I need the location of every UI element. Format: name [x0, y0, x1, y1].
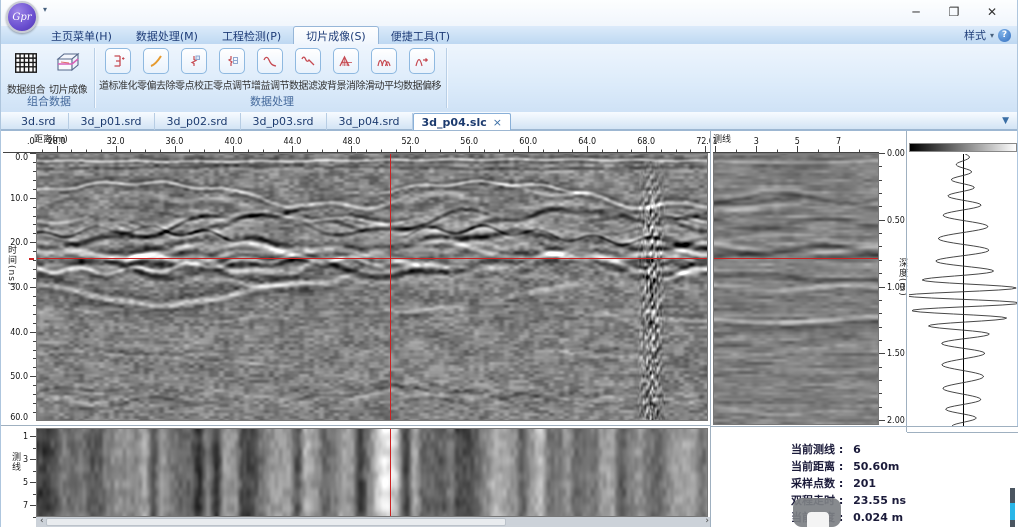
- horizontal-scrollbar[interactable]: ‹ ›: [36, 517, 713, 527]
- tab-close-icon[interactable]: ×: [493, 116, 502, 129]
- trace-panel-bottom-edge: [907, 432, 1018, 433]
- tab-list-caret-icon[interactable]: ▼: [1002, 116, 1009, 126]
- menu-tab-quick-tools[interactable]: 便捷工具(T): [379, 26, 462, 44]
- ribbon-button-zero-point-correct[interactable]: 零点校正: [175, 46, 213, 92]
- help-icon[interactable]: ?: [998, 29, 1011, 42]
- ribbon-group-1: 道标准化零偏去除零点校正零点调节增益调节数据滤波背景消除滑动平均数据偏移数据处理: [97, 44, 447, 110]
- ribbon-button-data-shift[interactable]: 数据偏移: [403, 46, 441, 92]
- ribbon-button-moving-average[interactable]: 滑动平均: [365, 46, 403, 92]
- plan-cursor-vertical: [390, 429, 391, 516]
- file-tabs: 3d.srd3d_p01.srd3d_p02.srd3d_p03.srd3d_p…: [9, 113, 511, 130]
- background-remove-icon: [333, 48, 359, 74]
- plan-y-axis-title: 测线: [9, 452, 22, 472]
- ribbon-button-data-combine[interactable]: 数据组合: [5, 46, 47, 96]
- zero-point-adjust-icon: [219, 48, 245, 74]
- main-top-ruler: [3, 131, 710, 153]
- crossline-top-ruler: [713, 131, 879, 153]
- depth-axis-title: 深度(m): [896, 258, 909, 297]
- title-bar: Gpr ▾ ─❐✕: [1, 0, 1017, 26]
- menu-tab-slice-imaging[interactable]: 切片成像(S): [293, 26, 379, 44]
- main-crosshair-horizontal: [37, 258, 707, 259]
- panel-divider-vertical-2: [906, 131, 907, 432]
- data-shift-icon: [409, 48, 435, 74]
- busy-indicator: [1010, 488, 1015, 527]
- single-trace-canvas[interactable]: [909, 154, 1017, 430]
- style-button[interactable]: 样式: [964, 27, 986, 43]
- close-button[interactable]: ✕: [973, 0, 1011, 24]
- ribbon-button-zero-point-adjust[interactable]: 零点调节: [213, 46, 251, 92]
- crossline-cursor-horizontal: [714, 258, 878, 259]
- menu-tab-home[interactable]: 主页菜单(H): [39, 26, 124, 44]
- menu-bar: 主页菜单(H)数据处理(M)工程检测(P)切片成像(S)便捷工具(T) 样式 ▾…: [1, 26, 1017, 45]
- window-controls: ─❐✕: [897, 0, 1011, 24]
- main-y-axis-title: 时间(ns): [5, 245, 18, 286]
- ribbon-toolbar: 数据组合切片成像组合数据道标准化零偏去除零点校正零点调节增益调节数据滤波背景消除…: [1, 44, 1017, 113]
- file-tab-3d_p02.srd[interactable]: 3d_p02.srd: [155, 113, 241, 130]
- restore-button[interactable]: ❐: [935, 0, 973, 24]
- status-row-sample-count: 采样点数 : 201: [791, 475, 876, 491]
- touch-cursor-inner: [807, 512, 829, 527]
- slice-cube-icon: [53, 48, 83, 78]
- data-filter-icon: [295, 48, 321, 74]
- ribbon-group-label: 数据处理: [97, 93, 447, 109]
- busy-indicator-fill: [1010, 503, 1015, 520]
- ribbon-button-zero-offset-remove[interactable]: 零偏去除: [137, 46, 175, 92]
- status-row-current-line: 当前测线 : 6: [791, 441, 861, 457]
- file-tab-3d.srd[interactable]: 3d.srd: [9, 113, 69, 130]
- gain-adjust-icon: [257, 48, 283, 74]
- zero-point-correct-icon: [181, 48, 207, 74]
- status-panel: 当前测线 : 6当前距离 : 50.60m采样点数 : 201双程走时 : 23…: [711, 426, 1018, 528]
- status-row-current-distance: 当前距离 : 50.60m: [791, 458, 899, 474]
- panel-divider-horizontal: [1, 425, 710, 426]
- ruler-cursor-mark: [29, 258, 34, 260]
- main-section-canvas[interactable]: [36, 153, 708, 421]
- plan-slice-canvas[interactable]: [36, 428, 708, 517]
- file-tab-3d_p01.srd[interactable]: 3d_p01.srd: [69, 113, 155, 130]
- plan-left-ruler: [3, 428, 36, 518]
- menu-tab-data-processing[interactable]: 数据处理(M): [124, 26, 210, 44]
- application-window: Gpr ▾ ─❐✕ 主页菜单(H)数据处理(M)工程检测(P)切片成像(S)便捷…: [0, 0, 1018, 527]
- document-tab-bar: 3d.srd3d_p01.srd3d_p02.srd3d_p03.srd3d_p…: [1, 112, 1017, 131]
- file-tab-3d_p04.srd[interactable]: 3d_p04.srd: [327, 113, 413, 130]
- ribbon-group-label: 组合数据: [3, 93, 95, 109]
- file-tab-3d_p04.slc[interactable]: 3d_p04.slc×: [413, 113, 511, 130]
- panel-divider-vertical-1: [710, 131, 711, 527]
- scrollbar-thumb[interactable]: [46, 518, 506, 526]
- trace-normalize-icon: [105, 48, 131, 74]
- quick-access-caret-icon[interactable]: ▾: [43, 5, 47, 14]
- data-grid-icon: [11, 48, 41, 78]
- menu-right-controls: 样式 ▾ ?: [964, 27, 1011, 43]
- scroll-right-icon[interactable]: ›: [705, 516, 709, 526]
- menu-items: 主页菜单(H)数据处理(M)工程检测(P)切片成像(S)便捷工具(T): [39, 26, 462, 44]
- menu-tab-engineering-detect[interactable]: 工程检测(P): [210, 26, 293, 44]
- file-tab-3d_p03.srd[interactable]: 3d_p03.srd: [241, 113, 327, 130]
- style-caret-icon[interactable]: ▾: [990, 31, 994, 40]
- crossline-section-canvas[interactable]: [713, 153, 879, 425]
- ribbon-button-slice-imaging[interactable]: 切片成像: [47, 46, 89, 96]
- main-crosshair-vertical: [390, 154, 391, 420]
- amplitude-colorbar: [909, 143, 1017, 152]
- minimize-button[interactable]: ─: [897, 0, 935, 24]
- ribbon-button-background-remove[interactable]: 背景消除: [327, 46, 365, 92]
- ribbon-group-0: 数据组合切片成像组合数据: [3, 44, 95, 110]
- touch-cursor-overlay: [793, 498, 841, 527]
- scroll-left-icon[interactable]: ‹: [40, 516, 44, 526]
- ribbon-button-trace-normalize[interactable]: 道标准化: [99, 46, 137, 92]
- main-left-ruler: [3, 153, 36, 421]
- ribbon-button-data-filter[interactable]: 数据滤波: [289, 46, 327, 92]
- zero-offset-remove-icon: [143, 48, 169, 74]
- ribbon-button-gain-adjust[interactable]: 增益调节: [251, 46, 289, 92]
- moving-average-icon: [371, 48, 397, 74]
- app-logo-icon[interactable]: Gpr: [6, 1, 38, 33]
